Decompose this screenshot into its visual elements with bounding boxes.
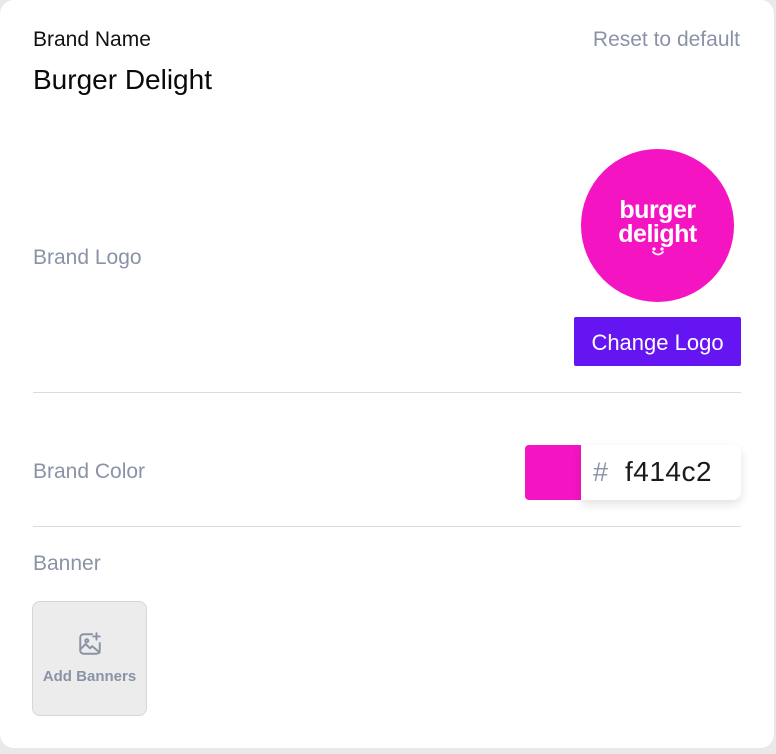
brand-name-label: Brand Name bbox=[33, 28, 151, 51]
brand-logo-image: burger delight bbox=[581, 149, 734, 302]
logo-wordmark: burger delight bbox=[581, 196, 734, 248]
add-banners-label: Add Banners bbox=[42, 668, 137, 685]
brand-color-input[interactable]: # f414c2 bbox=[581, 445, 741, 500]
divider bbox=[33, 526, 741, 527]
logo-wordmark-line1: burger bbox=[619, 196, 696, 224]
brand-settings-card: Brand Name Reset to default Burger Delig… bbox=[0, 0, 775, 748]
brand-name-value: Burger Delight bbox=[33, 64, 212, 95]
banner-label: Banner bbox=[33, 552, 101, 575]
divider bbox=[33, 392, 741, 393]
image-plus-icon bbox=[79, 632, 101, 655]
reset-to-default-link[interactable]: Reset to default bbox=[593, 28, 740, 52]
hash-symbol: # bbox=[593, 457, 609, 487]
brand-color-swatch[interactable] bbox=[525, 445, 581, 500]
brand-color-label: Brand Color bbox=[33, 460, 146, 483]
brand-logo-label: Brand Logo bbox=[33, 246, 142, 269]
logo-wordmark-line2: delight bbox=[618, 220, 697, 248]
add-banners-button[interactable]: Add Banners bbox=[32, 601, 147, 716]
change-logo-button[interactable]: Change Logo bbox=[574, 317, 741, 366]
brand-color-hex-value: f414c2 bbox=[625, 456, 713, 487]
logo-smile-icon bbox=[652, 247, 664, 256]
